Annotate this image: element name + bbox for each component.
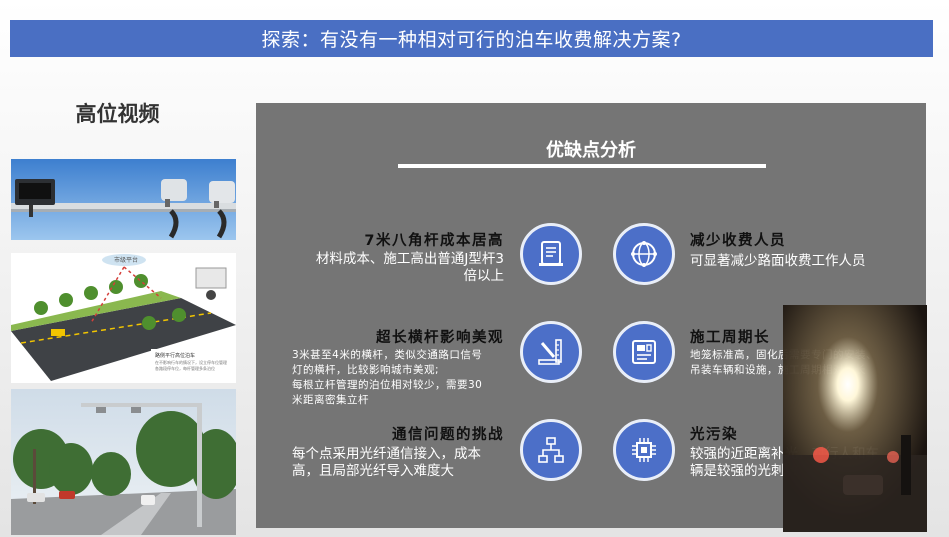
panel-title-underline — [398, 164, 766, 168]
street-pole-photo — [11, 389, 236, 535]
ruler-tools-icon — [520, 321, 582, 383]
page-title-bar: 探索：有没有一种相对可行的泊车收费解决方案? — [10, 20, 933, 57]
night-light-photo — [783, 305, 927, 532]
camera-pole-photo — [11, 159, 236, 240]
item-title-aesthetics: 超长横杆影响美观 — [376, 330, 504, 346]
item-title-cost: 7米八角杆成本居高 — [364, 233, 504, 249]
item-title-construction: 施工周期长 — [690, 330, 770, 346]
item-title-light-pollution: 光污染 — [690, 427, 738, 443]
network-topology-icon — [520, 419, 582, 481]
item-title-staff: 减少收费人员 — [690, 233, 786, 249]
item-desc-aesthetics: 3米甚至4米的横杆，类似交通路口信号 灯的横杆，比较影响城市美观; 每根立杆管理… — [292, 349, 483, 406]
platform-label: 市级平台 — [114, 257, 139, 264]
globe-network-icon — [613, 223, 675, 285]
item-desc-cost: 材料成本、施工高出普通J型杆3 倍以上 — [315, 251, 504, 284]
item-desc-communication: 每个点采用光纤通信接入，成本 高，且局部光纤导入难度大 — [292, 446, 481, 479]
parking-diagram-image: 市级平台 路侧平行高位泊车 在不影响行车的情况下，设立停车位管理 各路段停车位，… — [11, 253, 236, 383]
item-desc-staff: 可显著减少路面收费工作人员 — [690, 253, 866, 269]
chip-icon — [613, 419, 675, 481]
diagram-caption-title: 路侧平行高位泊车 — [155, 353, 196, 359]
page-title: 探索：有没有一种相对可行的泊车收费解决方案? — [261, 29, 682, 51]
document-icon — [520, 223, 582, 285]
panel-title: 优缺点分析 — [546, 140, 636, 161]
item-title-communication: 通信问题的挑战 — [392, 427, 504, 443]
sidebar-title: 高位视频 — [75, 102, 160, 126]
diagram-caption-line: 各路段停车位，每杆管理多条泊位 — [155, 366, 215, 371]
construction-card-icon — [613, 321, 675, 383]
